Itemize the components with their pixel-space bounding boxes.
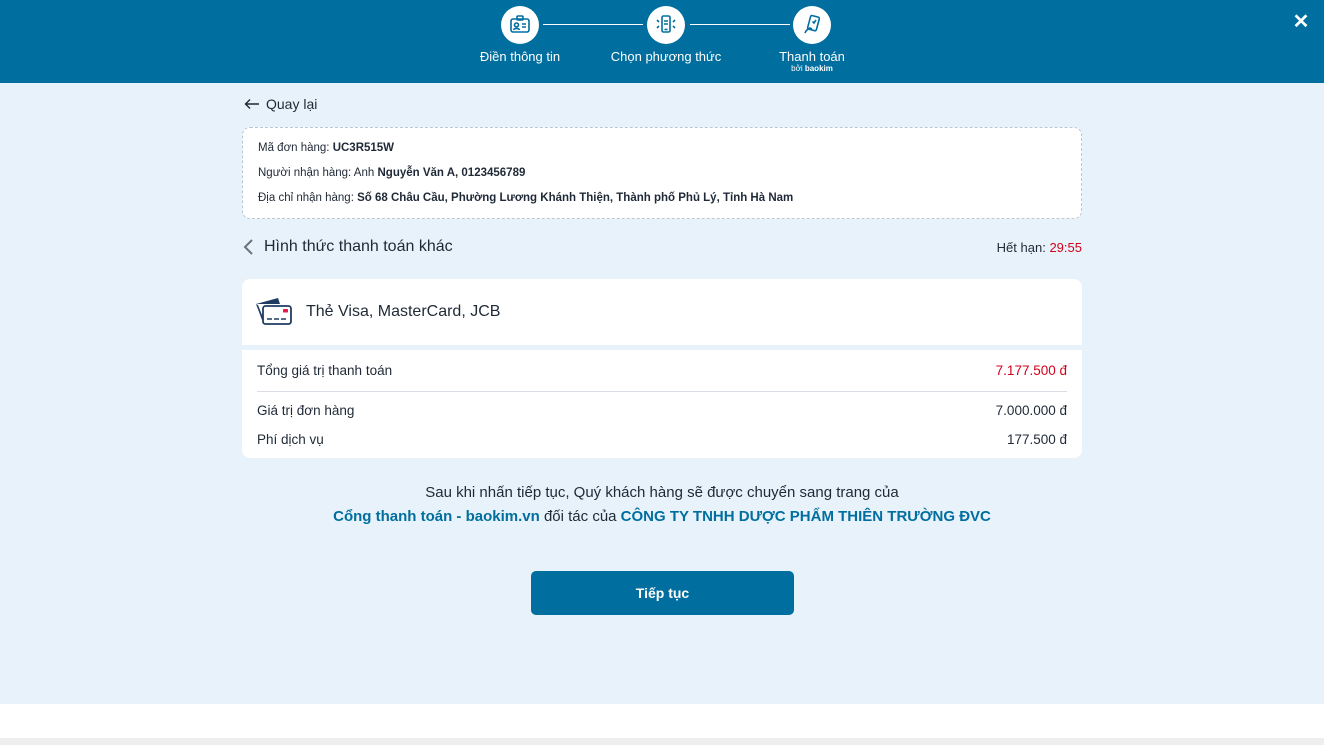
step-label: Thanh toán bbox=[779, 49, 845, 64]
service-fee-amount: 177.500 đ bbox=[1006, 432, 1067, 447]
notice-line2: Cổng thanh toán - baokim.vn đối tác của … bbox=[242, 505, 1082, 529]
redirect-notice: Sau khi nhấn tiếp tục, Quý khách hàng sẽ… bbox=[242, 481, 1082, 529]
service-fee-row: Phí dịch vụ 177.500 đ bbox=[257, 425, 1067, 454]
back-link[interactable]: Quay lại bbox=[244, 96, 317, 112]
expiry-label: Hết hạn: bbox=[996, 239, 1046, 255]
credit-card-icon bbox=[256, 298, 292, 325]
order-code-value: UC3R515W bbox=[332, 142, 395, 154]
partner-text: đối tác của bbox=[543, 508, 617, 525]
gateway-name: Cổng thanh toán - baokim.vn bbox=[333, 508, 540, 525]
step-payment: Thanh toán bởi baokim bbox=[742, 6, 882, 74]
total-label: Tổng giá trị thanh toán bbox=[257, 363, 393, 378]
order-code-label: Mã đơn hàng: bbox=[258, 142, 330, 154]
expiry-value: 29:55 bbox=[1049, 239, 1082, 255]
order-value-label: Giá trị đơn hàng bbox=[257, 403, 355, 418]
step-label: Điền thông tin bbox=[479, 49, 561, 64]
main-content: Quay lại Mã đơn hàng: UC3R515W Người nhậ… bbox=[0, 83, 1324, 704]
recipient-value: Nguyễn Văn A, 0123456789 bbox=[377, 167, 526, 179]
address-label: Địa chỉ nhận hàng: bbox=[258, 192, 354, 204]
continue-button[interactable]: Tiếp tục bbox=[531, 571, 794, 615]
step-choose-method: Chọn phương thức bbox=[596, 6, 736, 64]
selected-method-card: Thẻ Visa, MasterCard, JCB bbox=[242, 279, 1082, 345]
recipient-label: Người nhận hàng: Anh bbox=[258, 167, 375, 179]
total-row: Tổng giá trị thanh toán 7.177.500 đ bbox=[257, 350, 1067, 392]
notice-line1: Sau khi nhấn tiếp tục, Quý khách hàng sẽ… bbox=[425, 484, 899, 501]
id-card-icon bbox=[501, 6, 539, 44]
powered-by-prefix: bởi bbox=[791, 64, 803, 73]
address-row: Địa chỉ nhận hàng: Số 68 Châu Cầu, Phườn… bbox=[258, 189, 1066, 214]
mobile-payment-icon bbox=[793, 6, 831, 44]
payment-method-header: Hình thức thanh toán khác Hết hạn: 29:55 bbox=[242, 235, 1082, 259]
step-label: Chọn phương thức bbox=[610, 49, 722, 64]
expiry-timer: Hết hạn: 29:55 bbox=[997, 240, 1082, 255]
chevron-left-icon bbox=[243, 239, 253, 255]
total-value: 7.177.500 đ bbox=[995, 363, 1067, 378]
payment-summary: Tổng giá trị thanh toán 7.177.500 đ Giá … bbox=[242, 350, 1082, 458]
company-name: CÔNG TY TNHH DƯỢC PHẨM THIÊN TRƯỜNG ĐVC bbox=[620, 508, 991, 525]
step-fill-info: Điền thông tin bbox=[450, 6, 590, 64]
footer-strip bbox=[0, 738, 1324, 745]
order-value-row: Giá trị đơn hàng 7.000.000 đ bbox=[257, 396, 1067, 425]
other-methods-label: Hình thức thanh toán khác bbox=[264, 238, 453, 255]
back-label: Quay lại bbox=[266, 96, 318, 112]
baokim-brand: baokim bbox=[804, 64, 833, 73]
order-value-amount: 7.000.000 đ bbox=[995, 403, 1067, 418]
top-progress-bar: Điền thông tin Chọn phương thức Thanh to… bbox=[0, 0, 1324, 83]
close-icon[interactable]: ✕ bbox=[1288, 8, 1314, 34]
arrow-left-icon bbox=[244, 99, 259, 109]
order-code-row: Mã đơn hàng: UC3R515W bbox=[258, 139, 1066, 164]
powered-by: bởi baokim bbox=[742, 64, 882, 74]
card-method-label: Thẻ Visa, MasterCard, JCB bbox=[306, 303, 501, 320]
order-info-box: Mã đơn hàng: UC3R515W Người nhận hàng: A… bbox=[242, 127, 1082, 219]
address-value: Số 68 Châu Cầu, Phường Lương Khánh Thiện… bbox=[357, 192, 794, 204]
phone-select-icon bbox=[647, 6, 685, 44]
recipient-row: Người nhận hàng: Anh Nguyễn Văn A, 01234… bbox=[258, 164, 1066, 189]
service-fee-label: Phí dịch vụ bbox=[257, 432, 324, 447]
other-methods-link[interactable]: Hình thức thanh toán khác bbox=[242, 238, 453, 256]
